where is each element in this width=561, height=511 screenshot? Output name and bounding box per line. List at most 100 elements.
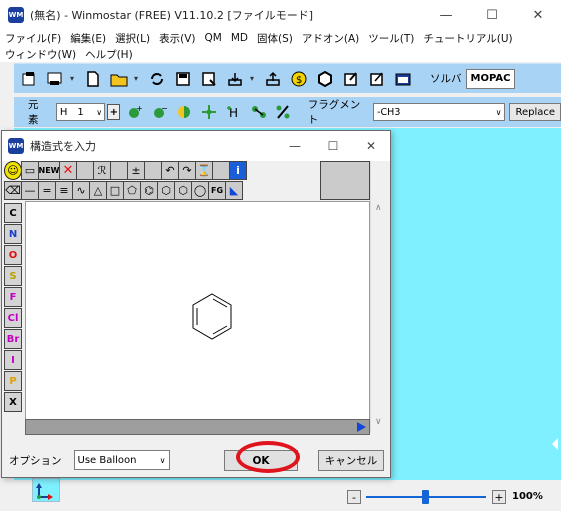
hexagon-icon[interactable] xyxy=(314,68,336,90)
eraser-tool-icon[interactable]: ⌫ xyxy=(4,181,22,200)
element-button-cl[interactable]: Cl xyxy=(4,308,22,328)
dropdown-arrow-icon[interactable]: ▾ xyxy=(246,68,258,90)
single-bond-tool-icon[interactable]: — xyxy=(21,181,39,200)
play-icon[interactable] xyxy=(357,422,366,432)
option-select[interactable]: Use Balloon ∨ xyxy=(73,450,170,470)
menu-item-row1-4[interactable]: QM xyxy=(205,32,222,44)
menu-item-row1-1[interactable]: 編集(E) xyxy=(70,31,106,46)
dialog-maximize-button[interactable]: ☐ xyxy=(314,131,352,161)
save-icon[interactable] xyxy=(172,68,194,90)
upload-icon[interactable] xyxy=(262,68,284,90)
svg-text:+: + xyxy=(136,104,143,113)
new-tool-icon[interactable]: NEW xyxy=(38,161,60,180)
element-select[interactable]: H 1 ∨ xyxy=(55,103,106,121)
menu-item-row2-1[interactable]: ヘルプ(H) xyxy=(85,47,133,62)
replace-button[interactable]: Replace xyxy=(509,103,561,121)
element-button-c[interactable]: C xyxy=(4,203,22,223)
window-icon[interactable] xyxy=(392,68,414,90)
half-sphere-icon[interactable] xyxy=(174,101,195,123)
element-button-n[interactable]: N xyxy=(4,224,22,244)
menu-item-row1-2[interactable]: 選択(L) xyxy=(115,31,150,46)
structure-canvas[interactable] xyxy=(25,201,370,433)
menu-item-row1-6[interactable]: 固体(S) xyxy=(257,31,293,46)
element-label: 元素 xyxy=(28,99,39,126)
element-button-s[interactable]: S xyxy=(4,266,22,286)
download-icon[interactable] xyxy=(224,68,246,90)
close-button[interactable]: ✕ xyxy=(515,0,561,30)
smile-tool-icon[interactable]: ☺ xyxy=(4,161,22,180)
chain-tool-icon[interactable]: ∿ xyxy=(72,181,90,200)
open-folder-icon[interactable] xyxy=(18,68,40,90)
add-atom-icon[interactable]: + xyxy=(124,101,145,123)
ring3-tool-icon[interactable]: △ xyxy=(89,181,107,200)
coin-icon[interactable]: $ xyxy=(288,68,310,90)
import-icon[interactable] xyxy=(44,68,66,90)
dialog-minimize-button[interactable]: — xyxy=(276,131,314,161)
clear-tool-icon[interactable]: ⌛ xyxy=(195,161,213,180)
add-hydrogen-icon[interactable]: H xyxy=(223,101,244,123)
zoom-in-button[interactable]: + xyxy=(492,490,506,504)
triple-bond-tool-icon[interactable]: ≡ xyxy=(55,181,73,200)
refresh-icon[interactable] xyxy=(146,68,168,90)
scroll-up-icon[interactable]: ∧ xyxy=(375,203,382,213)
winmostar-app-icon: WM xyxy=(8,138,24,154)
redo-tool-icon[interactable]: ↷ xyxy=(178,161,196,180)
flip-tool-icon[interactable]: ◣ xyxy=(225,181,243,200)
menu-item-row1-0[interactable]: ファイル(F) xyxy=(5,31,61,46)
remove-atom-icon[interactable]: − xyxy=(149,101,170,123)
move-icon[interactable] xyxy=(199,101,220,123)
element-button-f[interactable]: F xyxy=(4,287,22,307)
menu-item-row1-7[interactable]: アドオン(A) xyxy=(302,31,359,46)
scroll-down-icon[interactable]: ∨ xyxy=(375,417,382,427)
window-title: (無名) - Winmostar (FREE) V11.10.2 [ファイルモー… xyxy=(30,9,313,22)
canvas-vertical-scrollbar[interactable]: ∧ ∨ xyxy=(370,161,388,433)
zoom-out-button[interactable]: - xyxy=(347,490,361,504)
undo-tool-icon[interactable]: ↶ xyxy=(161,161,179,180)
toolbar-filler xyxy=(320,161,370,200)
charge-tool-icon[interactable]: ± xyxy=(127,161,145,180)
panel-toggle-icon[interactable] xyxy=(552,438,558,450)
minimize-button[interactable]: — xyxy=(423,0,469,30)
percent-icon[interactable] xyxy=(273,101,294,123)
element-button-i[interactable]: I xyxy=(4,350,22,370)
element-button-br[interactable]: Br xyxy=(4,329,22,349)
fg-tool-icon[interactable]: FG xyxy=(208,181,226,200)
open-icon[interactable] xyxy=(108,68,130,90)
cancel-button[interactable]: キャンセル xyxy=(318,450,384,471)
benzene-tool-icon[interactable]: ⌬ xyxy=(140,181,158,200)
maximize-button[interactable]: ☐ xyxy=(469,0,515,30)
element-button-o[interactable]: O xyxy=(4,245,22,265)
ring5-tool-icon[interactable]: ⬠ xyxy=(123,181,141,200)
ring6-tool-icon[interactable]: ⬡ xyxy=(157,181,175,200)
menu-item-row1-8[interactable]: ツール(T) xyxy=(368,31,414,46)
ok-button[interactable]: OK xyxy=(224,450,298,471)
delete-tool-icon[interactable]: ✕ xyxy=(59,161,77,180)
ring7-tool-icon[interactable]: ⬡ xyxy=(174,181,192,200)
ring8-tool-icon[interactable]: ◯ xyxy=(191,181,209,200)
dialog-close-button[interactable]: ✕ xyxy=(352,131,390,161)
solver-select[interactable]: MOPAC xyxy=(465,68,516,89)
zoom-slider-thumb[interactable] xyxy=(422,490,429,504)
info-tool-icon[interactable]: i xyxy=(229,161,247,180)
element-button-p[interactable]: P xyxy=(4,371,22,391)
menu-item-row1-9[interactable]: チュートリアル(U) xyxy=(423,31,512,46)
element-button-x[interactable]: X xyxy=(4,392,22,412)
dropdown-arrow-icon[interactable]: ▾ xyxy=(66,68,78,90)
rect-select-tool-icon[interactable]: ▭ xyxy=(21,161,39,180)
new-file-icon[interactable] xyxy=(82,68,104,90)
save-as-icon[interactable] xyxy=(198,68,220,90)
remove-r-tool-icon[interactable]: ℛ xyxy=(93,161,111,180)
element-palette: C N O S F Cl Br I P X xyxy=(4,203,24,413)
edit-alt-icon[interactable] xyxy=(366,68,388,90)
menu-item-row1-3[interactable]: 表示(V) xyxy=(159,31,195,46)
bond-icon[interactable] xyxy=(248,101,269,123)
dropdown-arrow-icon[interactable]: ▾ xyxy=(130,68,142,90)
main-toolbar: ▾ ▾ ▾ $ ソルバ MOPAC xyxy=(14,63,561,93)
menu-item-row1-5[interactable]: MD xyxy=(231,32,248,44)
double-bond-tool-icon[interactable]: = xyxy=(38,181,56,200)
fragment-select[interactable]: -CH3 ∨ xyxy=(373,103,506,121)
edit-icon[interactable] xyxy=(340,68,362,90)
menu-item-row2-0[interactable]: ウィンドウ(W) xyxy=(5,47,76,62)
ring4-tool-icon[interactable]: □ xyxy=(106,181,124,200)
add-element-button[interactable]: + xyxy=(107,104,121,120)
